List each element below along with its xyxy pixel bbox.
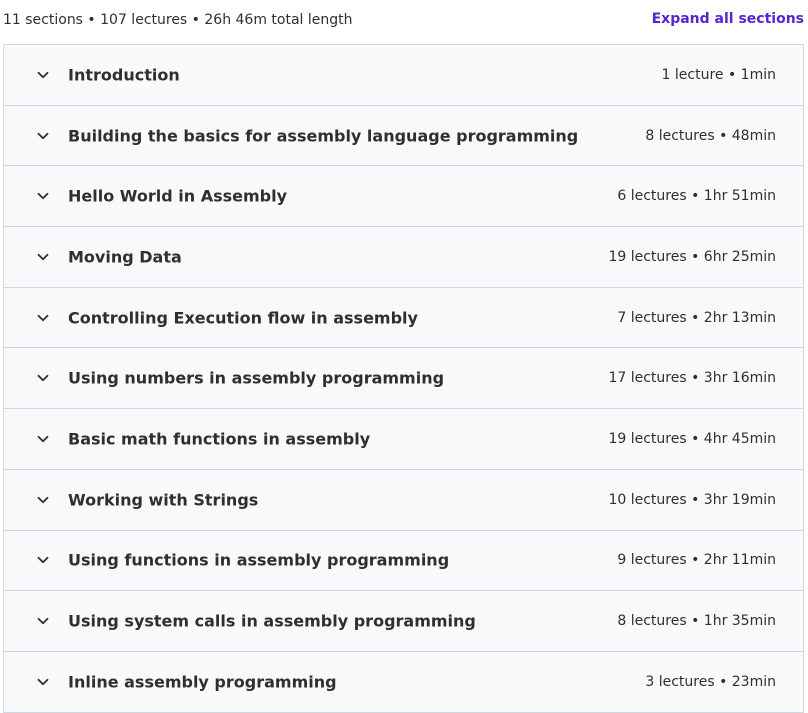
- section-title: Controlling Execution flow in assembly: [68, 308, 418, 328]
- section-title: Moving Data: [68, 247, 182, 267]
- chevron-down-icon: [36, 675, 50, 689]
- section-lecture-count-duration: 19 lectures • 6hr 25min: [608, 248, 776, 265]
- chevron-down-icon: [36, 129, 50, 143]
- chevron-down-icon: [36, 614, 50, 628]
- section-title: Using system calls in assembly programmi…: [68, 611, 476, 631]
- section-lecture-count-duration: 6 lectures • 1hr 51min: [617, 188, 776, 205]
- section-title: Basic math functions in assembly: [68, 429, 371, 449]
- section-title: Using functions in assembly programming: [68, 550, 450, 570]
- section-title: Hello World in Assembly: [68, 186, 288, 206]
- section-row[interactable]: Building the basics for assembly languag…: [4, 105, 803, 167]
- course-stats: 11 sections • 107 lectures • 26h 46m tot…: [3, 12, 353, 28]
- chevron-down-icon: [36, 189, 50, 203]
- section-row[interactable]: Basic math functions in assembly 19 lect…: [4, 409, 803, 470]
- section-lecture-count-duration: 17 lectures • 3hr 16min: [608, 370, 776, 387]
- chevron-down-icon: [36, 493, 50, 507]
- section-row[interactable]: Controlling Execution flow in assembly 7…: [4, 287, 803, 349]
- section-row[interactable]: Hello World in Assembly 6 lectures • 1hr…: [4, 166, 803, 228]
- section-lecture-count-duration: 9 lectures • 2hr 11min: [617, 552, 776, 569]
- section-row[interactable]: Inline assembly programming 3 lectures •…: [4, 651, 803, 713]
- section-lecture-count-duration: 1 lecture • 1min: [661, 66, 776, 83]
- section-list: Introduction 1 lecture • 1min Building t…: [3, 44, 804, 713]
- section-row[interactable]: Introduction 1 lecture • 1min: [4, 45, 803, 106]
- section-row[interactable]: Using system calls in assembly programmi…: [4, 591, 803, 652]
- chevron-down-icon: [36, 371, 50, 385]
- section-lecture-count-duration: 7 lectures • 2hr 13min: [617, 309, 776, 326]
- section-row[interactable]: Using functions in assembly programming …: [4, 530, 803, 592]
- section-title: Building the basics for assembly languag…: [68, 126, 579, 146]
- section-lecture-count-duration: 8 lectures • 48min: [645, 127, 776, 144]
- section-row[interactable]: Using numbers in assembly programming 17…: [4, 348, 803, 410]
- section-title: Working with Strings: [68, 490, 259, 510]
- chevron-down-icon: [36, 311, 50, 325]
- chevron-down-icon: [36, 68, 50, 82]
- section-lecture-count-duration: 3 lectures • 23min: [645, 673, 776, 690]
- course-content-summary: 11 sections • 107 lectures • 26h 46m tot…: [0, 0, 808, 44]
- section-title: Introduction: [68, 65, 180, 85]
- section-title: Inline assembly programming: [68, 672, 337, 692]
- section-lecture-count-duration: 10 lectures • 3hr 19min: [608, 491, 776, 508]
- section-lecture-count-duration: 8 lectures • 1hr 35min: [617, 613, 776, 630]
- expand-all-sections-button[interactable]: Expand all sections: [652, 11, 804, 27]
- section-title: Using numbers in assembly programming: [68, 368, 445, 388]
- chevron-down-icon: [36, 432, 50, 446]
- chevron-down-icon: [36, 250, 50, 264]
- section-lecture-count-duration: 19 lectures • 4hr 45min: [608, 430, 776, 447]
- chevron-down-icon: [36, 553, 50, 567]
- section-row[interactable]: Working with Strings 10 lectures • 3hr 1…: [4, 469, 803, 531]
- section-row[interactable]: Moving Data 19 lectures • 6hr 25min: [4, 227, 803, 288]
